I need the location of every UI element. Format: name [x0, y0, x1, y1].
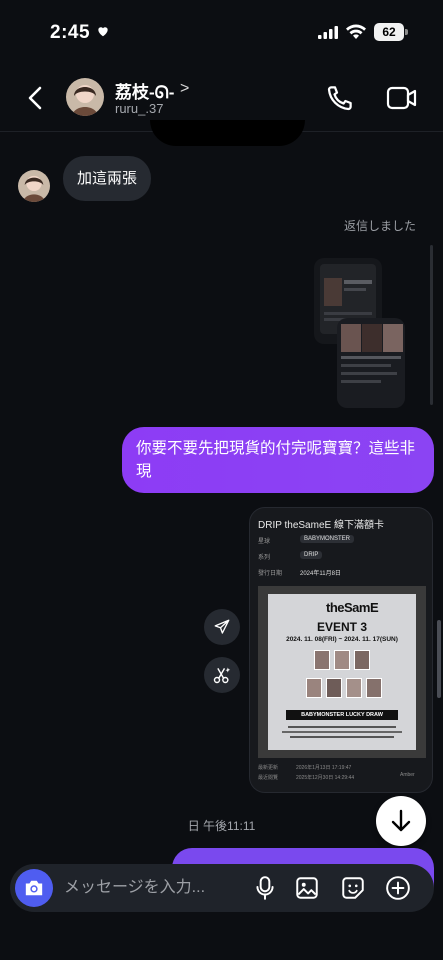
- microphone-icon[interactable]: [252, 875, 278, 901]
- card-footer-label: 最近閱覽: [258, 775, 279, 781]
- card-row-label: 星球: [258, 539, 271, 545]
- replied-image-thumbnail[interactable]: [337, 318, 405, 408]
- gallery-icon[interactable]: [294, 875, 320, 901]
- message-input[interactable]: メッセージを入力...: [64, 864, 205, 912]
- status-bar: 2:45 62: [0, 0, 443, 64]
- incoming-message[interactable]: 加這兩張: [63, 156, 152, 201]
- card-footer-label: 最新更新: [258, 765, 279, 771]
- scissors-sparkle-icon: [213, 667, 231, 684]
- cellular-signal-icon: [318, 26, 338, 39]
- send-icon: [214, 619, 230, 634]
- ai-edit-button[interactable]: [204, 657, 240, 693]
- poster-paper: theSamE EVENT 3 2024. 11. 08(FRI) ~ 2024…: [268, 594, 416, 750]
- card-row-value: 2024年11月8日: [300, 571, 341, 577]
- camera-icon: [25, 880, 43, 896]
- status-time: 2:45: [50, 22, 91, 43]
- member-photo: [314, 650, 330, 670]
- member-photo: [346, 678, 362, 698]
- plus-circle-icon[interactable]: [385, 875, 411, 901]
- sticker-icon[interactable]: [340, 875, 366, 901]
- card-row-value: BABYMONSTER: [300, 535, 355, 543]
- arrow-down-icon: [391, 809, 411, 832]
- scrollbar-track[interactable]: [430, 245, 433, 405]
- back-arrow-icon[interactable]: [22, 84, 50, 112]
- member-photo: [366, 678, 382, 698]
- event-poster-image: theSamE EVENT 3 2024. 11. 08(FRI) ~ 2024…: [258, 586, 426, 758]
- camera-button[interactable]: [15, 869, 53, 907]
- outgoing-message[interactable]: 你要不要先把現貨的付完呢寶寶？這些非現: [122, 427, 434, 493]
- phone-icon[interactable]: [325, 83, 355, 113]
- poster-lucky-draw: BABYMONSTER LUCKY DRAW: [286, 710, 398, 720]
- contact-name[interactable]: 荔枝-ᘏ-: [115, 78, 174, 103]
- poster-dates: 2024. 11. 08(FRI) ~ 2024. 11. 17(SUN): [286, 636, 398, 643]
- card-title: DRIP theSameE 線下滿額卡: [258, 520, 384, 531]
- card-row-label: 系列: [258, 555, 271, 561]
- member-photo: [354, 650, 370, 670]
- contact-username[interactable]: ruru_.37: [115, 101, 163, 116]
- contact-avatar[interactable]: [66, 78, 104, 116]
- wifi-icon: [346, 24, 366, 39]
- poster-fine-print: [282, 726, 402, 738]
- heart-icon: [98, 27, 108, 37]
- card-footer-value: 2026年1月13日 17:19:47: [296, 765, 352, 771]
- member-photo: [326, 678, 342, 698]
- battery-indicator: 62: [374, 23, 404, 41]
- card-row-label: 發行日期: [258, 571, 283, 577]
- chevron-right-icon[interactable]: >: [180, 80, 189, 98]
- member-photo: [334, 650, 350, 670]
- share-button[interactable]: [204, 609, 240, 645]
- sender-avatar[interactable]: [18, 170, 50, 202]
- poster-logo: theSamE: [326, 600, 379, 615]
- overlay-shape: [150, 120, 305, 146]
- replied-label: 返信しました: [343, 219, 416, 233]
- card-footer-value: 2025年12月30日 14:29:44: [296, 775, 355, 781]
- card-row-value: DRIP: [300, 551, 323, 559]
- battery-tip: [405, 29, 408, 35]
- poster-event-title: EVENT 3: [316, 620, 367, 634]
- shared-post-card[interactable]: DRIP theSameE 線下滿額卡 星球 BABYMONSTER 系列 DR…: [249, 507, 433, 793]
- scroll-to-bottom-button[interactable]: [376, 796, 426, 846]
- member-photo: [306, 678, 322, 698]
- message-composer: メッセージを入力...: [10, 864, 434, 912]
- card-footer-user: Amber: [400, 772, 415, 778]
- scrollbar-thumb[interactable]: [437, 620, 441, 698]
- video-camera-icon[interactable]: [386, 85, 418, 111]
